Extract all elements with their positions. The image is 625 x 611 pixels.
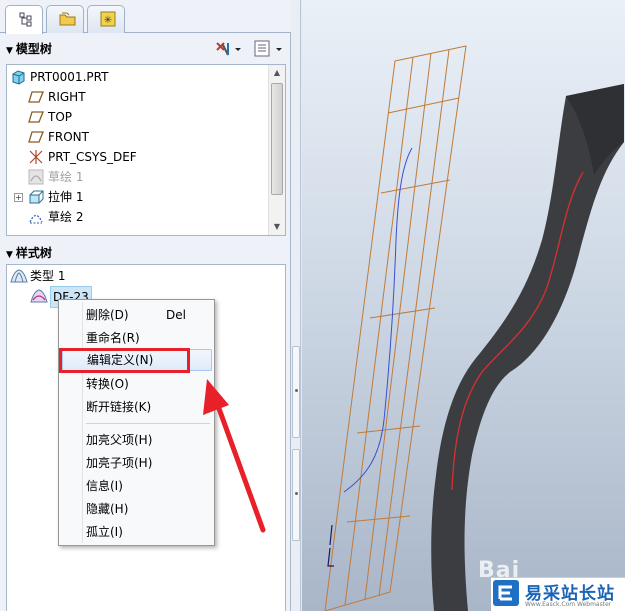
annotation-highlight-box (59, 348, 190, 373)
menu-item-delete[interactable]: 删除(D) Del (62, 304, 212, 326)
graphics-viewport[interactable] (302, 0, 625, 611)
site-watermark-subtitle: Www.Easck.Com Webmaster (525, 601, 612, 608)
splitter-handle-upper[interactable] (292, 346, 300, 438)
tree-view-icon (19, 12, 32, 27)
coordinate-system-icon (29, 150, 43, 164)
menu-item-isolate[interactable]: 孤立(I) (62, 521, 212, 543)
show-options-icon[interactable] (254, 40, 286, 61)
svg-text:✳: ✳ (104, 15, 112, 26)
menu-item-info[interactable]: 信息(I) (62, 475, 212, 497)
insert-marker-icon (33, 235, 43, 236)
model-tree-header[interactable]: ▼ 模型树 (0, 38, 291, 60)
sketch-blue-curve (343, 147, 413, 493)
tab-model-tree[interactable] (5, 5, 43, 34)
model-tree: PRT0001.PRT RIGHT TOP FRONT PRT_CSYS_DEF (6, 64, 286, 236)
expand-plus-icon[interactable]: + (14, 193, 23, 202)
navigator-tab-strip: ✳ (0, 0, 291, 34)
sketch-icon (28, 169, 44, 185)
scroll-down-icon[interactable]: ▼ (271, 220, 283, 234)
model-3d-view[interactable] (302, 0, 625, 611)
style-feature-icon (30, 289, 48, 303)
splitter-handle-lower[interactable] (292, 449, 300, 541)
scroll-thumb[interactable] (271, 83, 283, 195)
menu-item-highlight-children[interactable]: 加亮子项(H) (62, 452, 212, 474)
style-type-icon (10, 269, 28, 283)
site-watermark: 易采站长站 Www.Easck.Com Webmaster (491, 577, 625, 611)
settings-tools-icon[interactable] (214, 40, 244, 61)
collapse-caret-icon: ▼ (6, 46, 13, 56)
sketch-icon (29, 214, 43, 224)
tab-folder-browser[interactable] (46, 5, 84, 33)
menu-item-hide[interactable]: 隐藏(H) (62, 498, 212, 520)
menu-separator (86, 423, 210, 424)
tab-favorites[interactable]: ✳ (87, 5, 125, 33)
menu-item-convert[interactable]: 转换(O) (62, 373, 212, 395)
panel-splitter[interactable] (291, 0, 301, 611)
part-icon (12, 70, 25, 85)
datum-plane-icon (28, 131, 44, 143)
site-logo-icon (493, 580, 519, 606)
datum-plane-icon (28, 111, 44, 123)
collapse-caret-icon: ▼ (6, 250, 13, 260)
annotation-arrow (203, 379, 266, 533)
menu-item-rename[interactable]: 重命名(R) (62, 327, 212, 349)
model-tree-scrollbar[interactable]: ▲ ▼ (268, 65, 285, 235)
scroll-up-icon[interactable]: ▲ (271, 66, 283, 80)
extrude-icon (29, 190, 44, 204)
favorites-icon: ✳ (100, 11, 116, 27)
style-tree-header[interactable]: ▼ 样式树 (0, 242, 291, 264)
context-menu: 删除(D) Del 重命名(R) 编辑定义(N) 转换(O) 断开链接(K) 加… (58, 299, 215, 546)
folder-icon (59, 12, 76, 26)
datum-plane-icon (28, 91, 44, 103)
tree-item-partial (33, 229, 43, 236)
menu-item-highlight-parents[interactable]: 加亮父项(H) (62, 429, 212, 451)
menu-item-break-link[interactable]: 断开链接(K) (62, 396, 212, 418)
